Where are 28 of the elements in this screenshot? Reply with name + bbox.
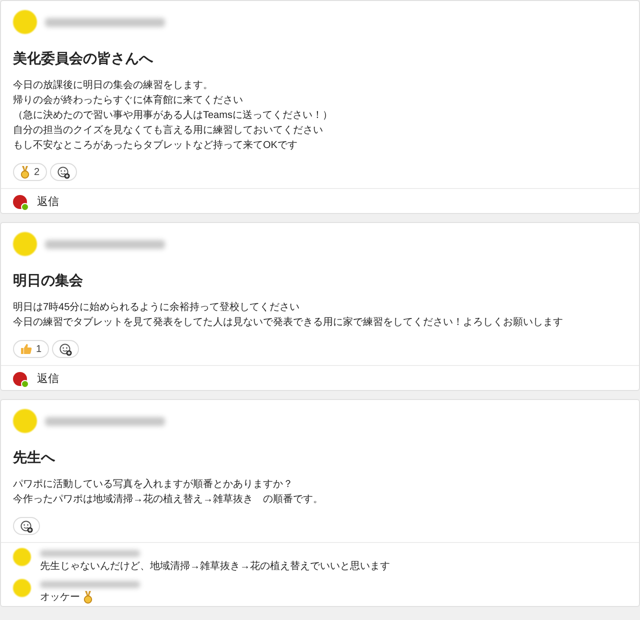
post-title: 先生へ xyxy=(13,448,56,466)
medal-icon xyxy=(20,166,30,178)
post-body: 明日は7時45分に始められるように余裕持って登校してください 今日の練習でタブレットを見て発表をしてた人は見ないで発表できる用に家で練習をしてください！よろしくお願いします xyxy=(13,300,564,330)
add-reaction-icon xyxy=(20,520,33,532)
post-body: 今日の放課後に明日の集会の練習をします。 帰りの会が終わったらすぐに体育館に来てください （急に決めたので習い事や用事がある人はTeamsに送ってください！） 自分の担当のクイズを見なくても言える用に練習しておいてください もし不安なところがあったらタブレットなど持って来てOKです xyxy=(13,78,334,153)
post-title: 明日の集会 xyxy=(13,271,84,289)
reaction-button[interactable]: 1 xyxy=(13,340,49,358)
user-avatar xyxy=(13,194,27,208)
avatar[interactable] xyxy=(13,548,31,566)
post-body: パワポに活動している写真を入れますが順番とかありますか？ 今作ったパワポは地域清掃→花の植え替え→雑草抜き の順番です。 xyxy=(13,478,324,507)
add-reaction-button[interactable] xyxy=(52,340,79,358)
add-reaction-icon xyxy=(56,166,70,178)
post-title: 美化委員会の皆さんへ xyxy=(13,49,154,67)
avatar[interactable] xyxy=(13,10,37,34)
medal-icon xyxy=(83,591,93,604)
reply-button[interactable]: 返信 xyxy=(37,194,59,209)
reply-button[interactable]: 返信 xyxy=(37,371,59,386)
reply-text: オッケー xyxy=(40,591,80,604)
avatar[interactable] xyxy=(13,579,31,597)
thumbs-up-icon xyxy=(20,343,32,355)
avatar[interactable] xyxy=(13,409,37,433)
reply-text: 先生じゃないんだけど、地域清掃→雑草抜き→花の植え替えでいいと思います xyxy=(40,560,390,573)
avatar[interactable] xyxy=(13,232,37,256)
add-reaction-icon xyxy=(58,342,72,356)
reaction-button[interactable]: 2 xyxy=(13,163,47,181)
add-reaction-button[interactable] xyxy=(50,163,77,181)
add-reaction-button[interactable] xyxy=(13,517,40,535)
user-avatar xyxy=(13,372,27,386)
